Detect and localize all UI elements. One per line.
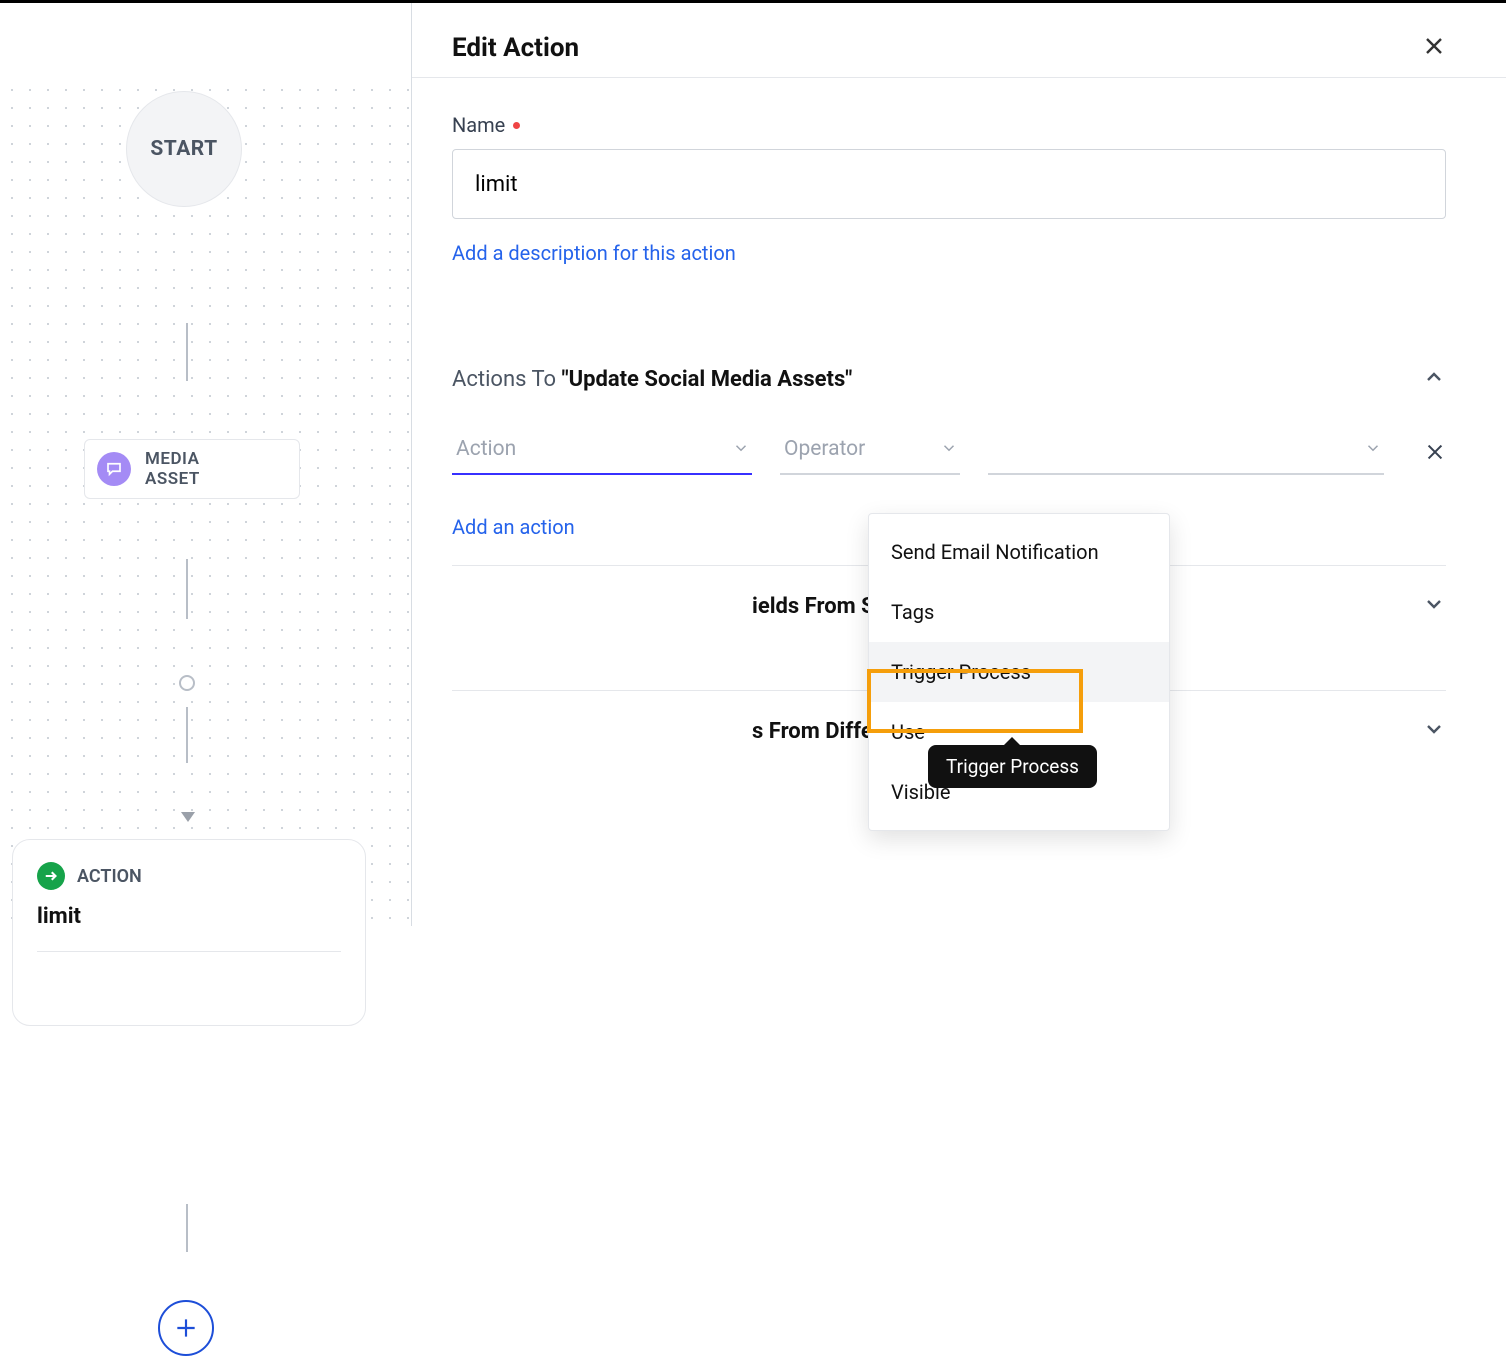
chevron-down-icon bbox=[732, 439, 750, 461]
pane-header: Edit Action bbox=[452, 33, 1446, 85]
dropdown-item[interactable]: Trigger Process bbox=[869, 642, 1169, 702]
action-node-type: ACTION bbox=[77, 866, 142, 887]
operator-select-input[interactable] bbox=[780, 427, 960, 475]
name-input[interactable] bbox=[452, 149, 1446, 219]
operator-select[interactable] bbox=[780, 427, 960, 475]
edit-action-pane: Edit Action Name Add a description for t… bbox=[412, 3, 1506, 926]
connector-handle[interactable] bbox=[179, 675, 195, 691]
media-asset-node[interactable]: MEDIA ASSET bbox=[84, 439, 300, 499]
section-header[interactable]: Actions To "Update Social Media Assets" bbox=[452, 365, 1446, 393]
chevron-down-icon bbox=[940, 439, 958, 461]
action-select[interactable] bbox=[452, 427, 752, 475]
add-node-button[interactable] bbox=[158, 1300, 214, 1356]
action-node-body bbox=[37, 951, 341, 1003]
remove-row-button[interactable] bbox=[1424, 441, 1446, 475]
action-node-header: ACTION bbox=[37, 862, 341, 890]
arrow-right-circle-icon bbox=[37, 862, 65, 890]
close-button[interactable] bbox=[1422, 34, 1446, 62]
connector-line bbox=[186, 707, 188, 763]
action-select-input[interactable] bbox=[452, 427, 752, 475]
chevron-down-icon bbox=[1422, 717, 1446, 745]
action-node[interactable]: ACTION limit bbox=[12, 839, 366, 1026]
section-title-quoted: "Update Social Media Assets" bbox=[562, 367, 853, 392]
action-row bbox=[452, 427, 1446, 475]
chevron-down-icon bbox=[1422, 592, 1446, 620]
name-label: Name bbox=[452, 113, 1446, 137]
action-node-name: limit bbox=[37, 904, 341, 929]
workflow-canvas[interactable]: START MEDIA ASSET ACTION limit bbox=[0, 3, 412, 926]
dropdown-item[interactable]: Tags bbox=[869, 582, 1169, 642]
connector-line bbox=[186, 559, 188, 619]
start-node[interactable]: START bbox=[126, 91, 242, 207]
arrowhead-icon bbox=[181, 812, 195, 822]
canvas-dots bbox=[0, 78, 411, 926]
dropdown-item[interactable]: Send Email Notification bbox=[869, 522, 1169, 582]
section-title-prefix: Actions To bbox=[452, 367, 562, 392]
chevron-up-icon bbox=[1422, 365, 1446, 393]
tooltip: Trigger Process bbox=[928, 745, 1097, 788]
value-select-input[interactable] bbox=[988, 427, 1384, 475]
app-root: START MEDIA ASSET ACTION limit bbox=[0, 0, 1506, 926]
required-dot-icon bbox=[513, 122, 520, 129]
connector-line bbox=[186, 323, 188, 381]
pane-title: Edit Action bbox=[452, 33, 579, 63]
add-description-link[interactable]: Add a description for this action bbox=[452, 241, 736, 265]
media-node-label: MEDIA ASSET bbox=[145, 449, 200, 490]
connector-line bbox=[186, 1204, 188, 1252]
chat-icon bbox=[97, 452, 131, 486]
start-label: START bbox=[150, 137, 217, 161]
value-select[interactable] bbox=[988, 427, 1384, 475]
chevron-down-icon bbox=[1364, 439, 1382, 461]
